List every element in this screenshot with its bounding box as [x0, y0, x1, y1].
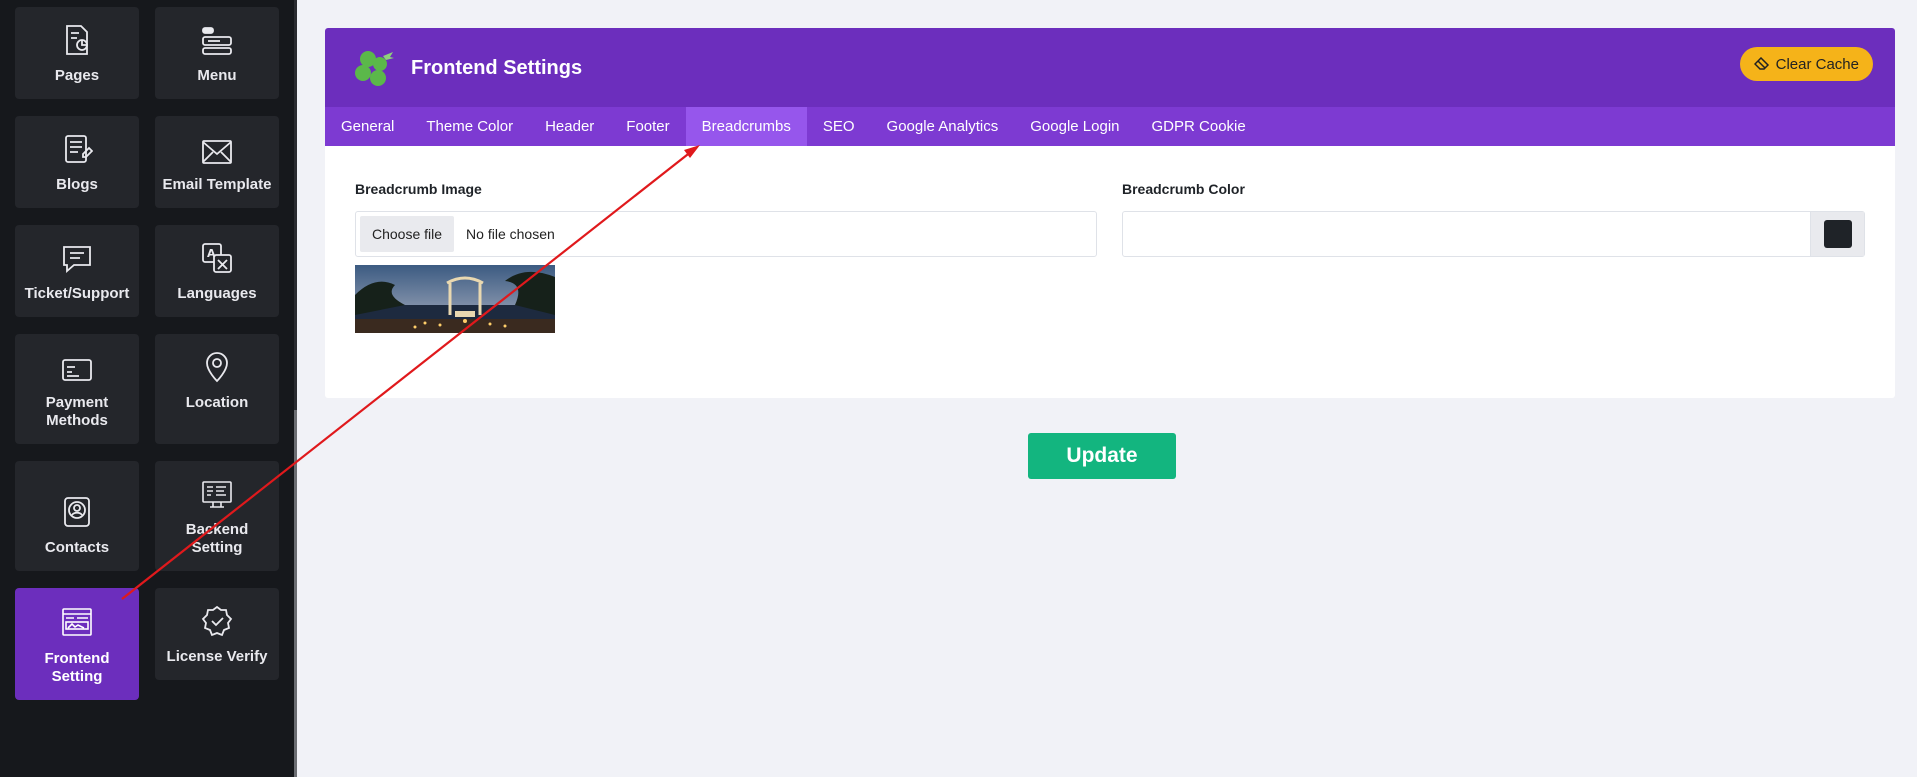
sidebar-item-label: Contacts — [44, 539, 110, 556]
location-pin-icon — [206, 352, 228, 383]
translate-icon: A — [202, 243, 232, 273]
contacts-icon — [64, 497, 90, 527]
eraser-icon — [1753, 57, 1769, 70]
sidebar-item-label: License Verify — [166, 648, 268, 665]
settings-tabs: General Theme Color Header Footer Breadc… — [325, 107, 1895, 146]
breadcrumb-image-preview — [355, 265, 555, 333]
frontend-layout-icon — [62, 608, 92, 636]
frontend-settings-card: Frontend Settings Clear Cache General Th… — [325, 28, 1895, 398]
sidebar-item-frontend-setting[interactable]: Frontend Setting — [15, 588, 139, 700]
sidebar-item-label: Pages — [54, 67, 100, 84]
sidebar-item-label: Payment Methods — [45, 394, 109, 429]
payment-card-icon — [62, 359, 92, 381]
tab-google-analytics[interactable]: Google Analytics — [871, 107, 1015, 146]
card-header: Frontend Settings Clear Cache — [325, 28, 1895, 107]
menu-icon — [202, 27, 232, 55]
sidebar-item-label: Location — [185, 394, 249, 411]
blogs-icon — [65, 135, 93, 163]
sidebar-item-payment-methods[interactable]: Payment Methods — [15, 334, 139, 444]
sidebar-item-ticket-support[interactable]: Ticket/Support — [15, 225, 139, 317]
breadcrumb-color-label: Breadcrumb Color — [1122, 181, 1245, 197]
sidebar-scrollbar-thumb[interactable] — [294, 410, 297, 777]
sidebar-item-label: Ticket/Support — [24, 285, 130, 302]
page-title: Frontend Settings — [411, 57, 583, 79]
file-status: No file chosen — [466, 226, 555, 242]
tab-footer[interactable]: Footer — [610, 107, 685, 146]
clear-cache-button[interactable]: Clear Cache — [1739, 47, 1873, 81]
sidebar-item-menu[interactable]: Menu — [155, 7, 279, 99]
backend-monitor-icon — [202, 481, 232, 508]
tab-header[interactable]: Header — [529, 107, 610, 146]
tab-google-login[interactable]: Google Login — [1014, 107, 1135, 146]
sidebar-item-license-verify[interactable]: License Verify — [155, 588, 279, 680]
color-picker-button[interactable] — [1810, 212, 1864, 256]
breadcrumb-image-input[interactable]: Choose file No file chosen — [355, 211, 1097, 257]
sidebar-item-label: Email Template — [162, 176, 272, 193]
sidebar-item-email-template[interactable]: Email Template — [155, 116, 279, 208]
color-swatch — [1823, 220, 1852, 248]
sidebar-item-pages[interactable]: Pages — [15, 7, 139, 99]
breadcrumb-image-label: Breadcrumb Image — [355, 181, 482, 197]
chat-icon — [63, 246, 91, 273]
sidebar-item-label: Blogs — [56, 176, 98, 193]
sidebar-item-label: Backend Setting — [185, 521, 249, 556]
clover-logo-icon — [355, 51, 394, 86]
pages-icon — [66, 25, 88, 55]
envelope-icon — [202, 140, 232, 164]
sidebar-item-location[interactable]: Location — [155, 334, 279, 444]
tab-theme-color[interactable]: Theme Color — [410, 107, 529, 146]
sidebar-item-backend-setting[interactable]: Backend Setting — [155, 461, 279, 571]
tab-breadcrumbs[interactable]: Breadcrumbs — [685, 107, 807, 146]
breadcrumb-color-input[interactable] — [1122, 211, 1865, 257]
svg-text:A: A — [207, 247, 216, 260]
clear-cache-label: Clear Cache — [1775, 55, 1859, 73]
sidebar: Pages Menu Blogs Email Template Ticket/S… — [0, 0, 297, 777]
sidebar-item-label: Languages — [177, 285, 257, 302]
badge-check-icon — [201, 605, 233, 637]
sidebar-item-contacts[interactable]: Contacts — [15, 461, 139, 571]
sidebar-item-label: Frontend Setting — [44, 650, 110, 685]
tab-seo[interactable]: SEO — [807, 107, 871, 146]
update-button[interactable]: Update — [1028, 433, 1176, 479]
sidebar-item-languages[interactable]: A Languages — [155, 225, 279, 317]
choose-file-button[interactable]: Choose file — [360, 216, 455, 252]
tab-general[interactable]: General — [325, 107, 410, 146]
sidebar-item-blogs[interactable]: Blogs — [15, 116, 139, 208]
sidebar-item-label: Menu — [197, 67, 237, 84]
tab-gdpr-cookie[interactable]: GDPR Cookie — [1136, 107, 1262, 146]
